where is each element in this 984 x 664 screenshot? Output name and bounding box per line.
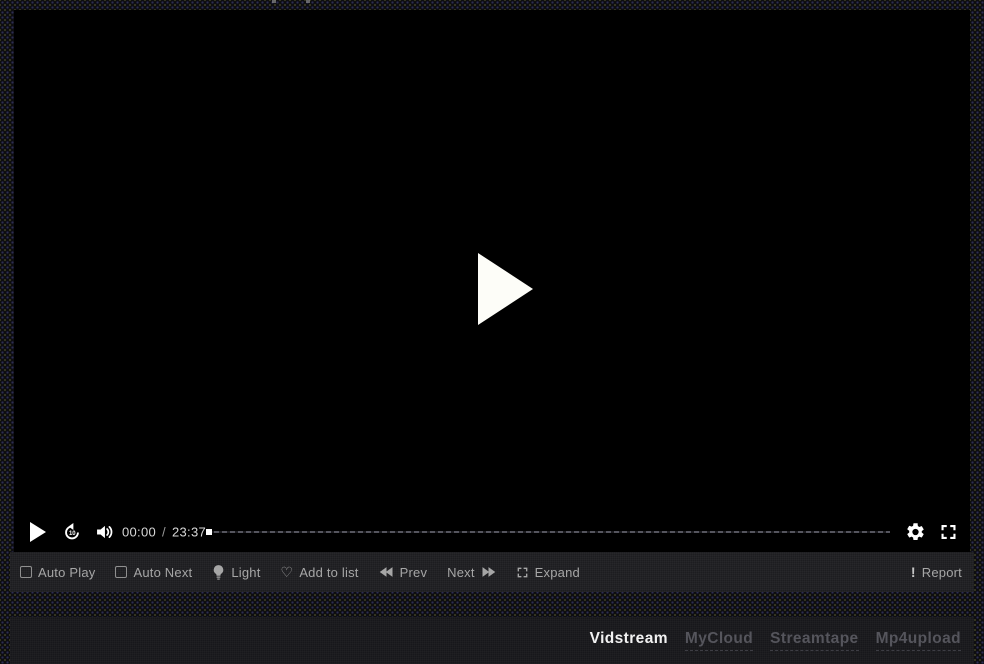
settings-button[interactable]: [905, 522, 926, 543]
fullscreen-button[interactable]: [938, 522, 959, 543]
svg-text:10: 10: [69, 531, 76, 537]
play-icon: [30, 522, 46, 542]
auto-next-toggle[interactable]: Auto Next: [115, 565, 192, 580]
report-button[interactable]: ! Report: [911, 564, 962, 580]
checkbox-icon[interactable]: [20, 566, 32, 578]
checkbox-icon[interactable]: [115, 566, 127, 578]
progress-playhead[interactable]: [206, 529, 212, 535]
auto-play-toggle[interactable]: Auto Play: [20, 565, 95, 580]
fullscreen-icon: [938, 522, 959, 543]
progress-bar[interactable]: [206, 528, 890, 536]
server-mp4upload[interactable]: Mp4upload: [876, 630, 961, 651]
current-time: 00:00: [122, 525, 156, 540]
server-vidstream[interactable]: Vidstream: [590, 630, 668, 651]
player-controls: 10 00:00 / 23:37: [14, 512, 970, 552]
server-streamtape[interactable]: Streamtape: [770, 630, 858, 651]
next-icon: [481, 566, 496, 578]
exclamation-icon: !: [911, 564, 916, 580]
next-episode-button[interactable]: Next: [447, 565, 496, 580]
rewind-10-button[interactable]: 10: [61, 521, 83, 543]
duration: 23:37: [172, 525, 206, 540]
clipped-page-title: [272, 0, 276, 3]
time-separator: /: [162, 525, 166, 540]
heart-icon: ♡: [281, 565, 294, 579]
light-toggle[interactable]: Light: [212, 565, 260, 580]
rewind-10-icon: 10: [61, 521, 83, 543]
auto-play-label: Auto Play: [38, 565, 95, 580]
player-toolbar: Auto Play Auto Next Light ♡ Add to list …: [10, 552, 974, 592]
report-label: Report: [922, 565, 962, 580]
time-display: 00:00 / 23:37: [122, 525, 206, 540]
prev-episode-button[interactable]: Prev: [379, 565, 428, 580]
server-select-panel: Vidstream MyCloud Streamtape Mp4upload: [10, 617, 974, 664]
expand-label: Expand: [535, 565, 580, 580]
volume-icon: [94, 522, 115, 543]
big-play-icon[interactable]: [478, 253, 533, 325]
clipped-page-title: [306, 0, 310, 3]
play-button[interactable]: [30, 522, 46, 542]
light-label: Light: [231, 565, 260, 580]
volume-button[interactable]: [94, 522, 115, 543]
server-mycloud[interactable]: MyCloud: [685, 630, 753, 651]
add-to-list-label: Add to list: [299, 565, 358, 580]
expand-icon: [516, 566, 529, 579]
video-player[interactable]: 10 00:00 / 23:37: [14, 10, 970, 552]
lightbulb-icon: [212, 565, 225, 580]
expand-button[interactable]: Expand: [516, 565, 580, 580]
prev-icon: [379, 566, 394, 578]
progress-track: [206, 531, 890, 533]
gear-icon: [905, 522, 926, 543]
add-to-list-button[interactable]: ♡ Add to list: [281, 565, 359, 580]
prev-label: Prev: [400, 565, 428, 580]
next-label: Next: [447, 565, 475, 580]
auto-next-label: Auto Next: [133, 565, 192, 580]
